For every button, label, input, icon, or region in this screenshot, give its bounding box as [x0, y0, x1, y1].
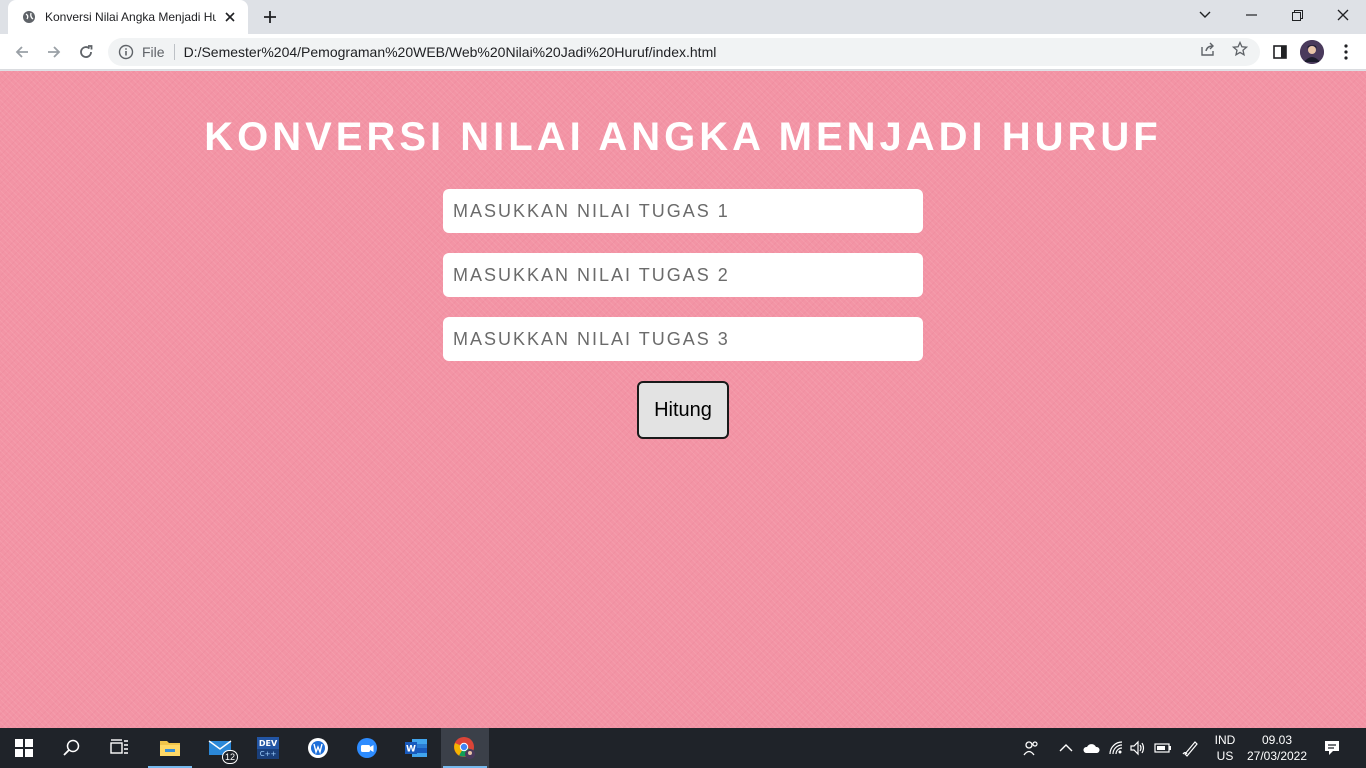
forward-icon[interactable] [40, 38, 68, 66]
nilai-tugas-2-input[interactable] [443, 253, 923, 297]
avatar[interactable] [1300, 40, 1324, 64]
cloud-icon[interactable] [1081, 738, 1101, 758]
language-indicator[interactable]: IND US [1210, 732, 1240, 764]
chrome-icon[interactable] [441, 728, 489, 768]
svg-text:DEV: DEV [259, 739, 278, 748]
task-view-icon[interactable] [96, 728, 144, 768]
clock-date: 27/03/2022 [1246, 749, 1308, 763]
battery-icon[interactable] [1153, 738, 1173, 758]
site-info-label[interactable]: File [142, 44, 165, 60]
url-text[interactable]: D:/Semester%204/Pemograman%20WEB/Web%20N… [184, 44, 717, 60]
tab-strip: Konversi Nilai Angka Menjadi Hu [0, 0, 1366, 34]
language-top: IND [1214, 733, 1236, 747]
page-title: KONVERSI NILAI ANGKA MENJADI HURUF [204, 115, 1162, 159]
restore-icon[interactable] [1274, 0, 1320, 30]
search-icon[interactable] [48, 728, 96, 768]
plus-icon[interactable] [258, 6, 282, 28]
reload-icon[interactable] [72, 38, 100, 66]
sidepanel-icon[interactable] [1268, 40, 1292, 64]
chevron-down-icon[interactable] [1182, 0, 1228, 30]
language-bottom: US [1216, 749, 1234, 763]
clock-time: 09.03 [1261, 733, 1293, 747]
mail-icon[interactable]: 12 [196, 728, 244, 768]
chevron-up-icon[interactable] [1056, 738, 1076, 758]
word-icon[interactable]: W [392, 728, 440, 768]
page-viewport: KONVERSI NILAI ANGKA MENJADI HURUF Hitun… [0, 71, 1366, 728]
globe-icon [22, 10, 36, 24]
clock[interactable]: 09.03 27/03/2022 [1244, 732, 1310, 764]
nilai-tugas-3-input[interactable] [443, 317, 923, 361]
star-icon[interactable] [1231, 40, 1249, 58]
mail-badge: 12 [222, 750, 238, 764]
info-icon[interactable] [118, 44, 134, 60]
window-close-icon[interactable] [1320, 0, 1366, 30]
browser-toolbar: File D:/Semester%204/Pemograman%20WEB/We… [0, 34, 1366, 70]
wifi-icon[interactable] [1106, 738, 1126, 758]
address-bar[interactable]: File D:/Semester%204/Pemograman%20WEB/We… [108, 38, 1260, 66]
close-icon[interactable] [222, 9, 238, 25]
share-icon[interactable] [1199, 40, 1217, 58]
volume-icon[interactable] [1128, 738, 1148, 758]
pen-icon[interactable] [1181, 738, 1201, 758]
svg-text:C++: C++ [260, 750, 277, 758]
file-explorer-icon[interactable] [146, 728, 194, 768]
minimize-icon[interactable] [1228, 0, 1274, 30]
back-icon[interactable] [8, 38, 36, 66]
windows-icon[interactable] [0, 728, 48, 768]
zoom-icon[interactable] [343, 728, 391, 768]
omnibox-divider [173, 44, 175, 60]
notification-icon[interactable] [1322, 738, 1342, 758]
taskbar: 12 DEV C++ W IND US 09.03 27/03/2022 [0, 728, 1366, 768]
hitung-button[interactable]: Hitung [637, 381, 729, 439]
menu-icon[interactable] [1334, 40, 1358, 64]
people-icon[interactable] [1021, 738, 1041, 758]
browser-tab[interactable]: Konversi Nilai Angka Menjadi Hu [8, 0, 248, 34]
devcpp-icon[interactable]: DEV C++ [244, 728, 292, 768]
svg-text:W: W [406, 745, 416, 755]
tab-title: Konversi Nilai Angka Menjadi Hu [45, 10, 216, 24]
app-icon[interactable] [294, 728, 342, 768]
nilai-tugas-1-input[interactable] [443, 189, 923, 233]
